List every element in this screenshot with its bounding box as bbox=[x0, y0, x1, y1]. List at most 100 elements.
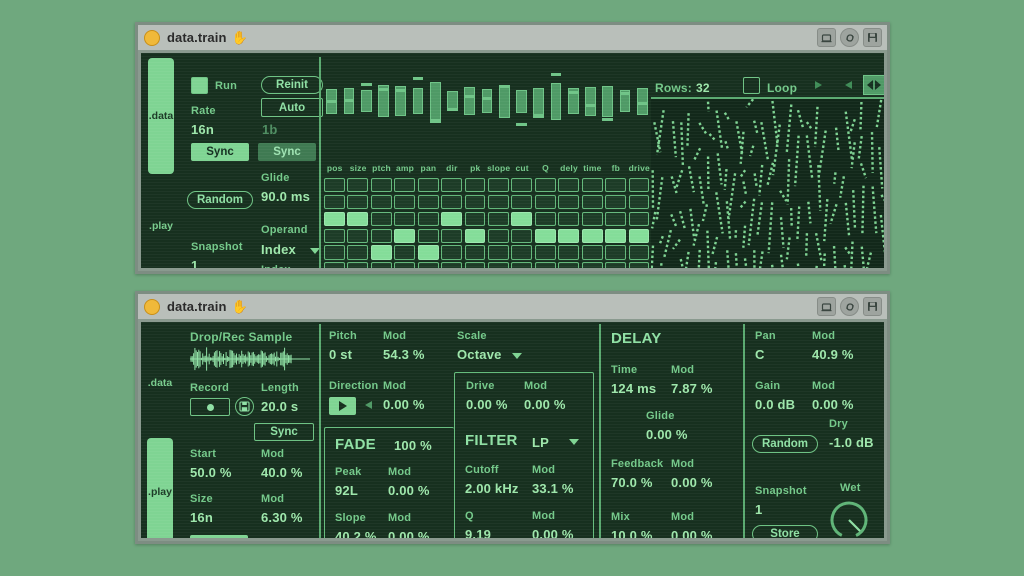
matrix-cell[interactable] bbox=[511, 229, 532, 243]
matrix-cell[interactable] bbox=[488, 262, 509, 268]
cycle-icon[interactable] bbox=[840, 297, 859, 316]
matrix-cell[interactable] bbox=[418, 262, 439, 268]
matrix-cell[interactable] bbox=[441, 229, 462, 243]
sidebar-item-data[interactable]: .data bbox=[147, 346, 173, 420]
matrix-cell[interactable] bbox=[371, 245, 392, 259]
matrix-cell[interactable] bbox=[465, 229, 486, 243]
matrix-cell[interactable] bbox=[605, 178, 626, 192]
matrix-cell[interactable] bbox=[324, 245, 345, 259]
matrix-cell[interactable] bbox=[418, 212, 439, 226]
save-disk-icon[interactable] bbox=[235, 397, 254, 416]
matrix-cell[interactable] bbox=[535, 245, 556, 259]
cycle-icon[interactable] bbox=[840, 28, 859, 47]
matrix-cell[interactable] bbox=[535, 212, 556, 226]
matrix-cell[interactable] bbox=[418, 229, 439, 243]
matrix-cell[interactable] bbox=[511, 212, 532, 226]
titlebar-bottom[interactable]: data.train ✋ bbox=[138, 294, 887, 319]
store-button[interactable]: Store bbox=[752, 525, 818, 538]
matrix-cell[interactable] bbox=[488, 229, 509, 243]
matrix-cell[interactable] bbox=[465, 178, 486, 192]
matrix-cell[interactable] bbox=[347, 245, 368, 259]
matrix-cell[interactable] bbox=[347, 262, 368, 268]
matrix-cell[interactable] bbox=[535, 178, 556, 192]
random-button[interactable]: Random bbox=[752, 435, 818, 453]
matrix-cell[interactable] bbox=[394, 245, 415, 259]
matrix-cell[interactable] bbox=[605, 195, 626, 209]
filter-type[interactable]: LP bbox=[532, 435, 549, 450]
matrix-cell[interactable] bbox=[418, 178, 439, 192]
matrix-cell[interactable] bbox=[629, 262, 650, 268]
play-forward-icon[interactable] bbox=[815, 81, 822, 89]
matrix-cell[interactable] bbox=[605, 262, 626, 268]
matrix-cell[interactable] bbox=[418, 195, 439, 209]
sidebar-item-play[interactable]: .play bbox=[147, 438, 173, 538]
matrix-cell[interactable] bbox=[324, 229, 345, 243]
window-data-train-sequencer[interactable]: data.train ✋ .data .play bbox=[135, 22, 890, 274]
matrix-cell[interactable] bbox=[418, 245, 439, 259]
matrix-cell[interactable] bbox=[558, 229, 579, 243]
matrix-cell[interactable] bbox=[441, 178, 462, 192]
matrix-cell[interactable] bbox=[558, 195, 579, 209]
matrix-cell[interactable] bbox=[605, 245, 626, 259]
window-icon[interactable] bbox=[817, 297, 836, 316]
wet-knob[interactable] bbox=[827, 498, 871, 538]
matrix-cell[interactable] bbox=[535, 262, 556, 268]
matrix-cell[interactable] bbox=[511, 245, 532, 259]
matrix-cell[interactable] bbox=[605, 212, 626, 226]
matrix-cell[interactable] bbox=[441, 195, 462, 209]
matrix-cell[interactable] bbox=[582, 178, 603, 192]
matrix-cell[interactable] bbox=[629, 212, 650, 226]
matrix-cell[interactable] bbox=[511, 178, 532, 192]
window-data-train-player[interactable]: data.train ✋ .data .play bbox=[135, 291, 890, 544]
matrix-cell[interactable] bbox=[465, 245, 486, 259]
chevron-down-icon[interactable] bbox=[569, 439, 579, 445]
loop-checkbox[interactable] bbox=[743, 77, 760, 94]
matrix-cell[interactable] bbox=[511, 195, 532, 209]
titlebar-buttons-bottom[interactable] bbox=[817, 297, 882, 316]
matrix-cell[interactable] bbox=[394, 212, 415, 226]
auto-sync-button[interactable]: Sync bbox=[258, 143, 316, 161]
matrix-cell[interactable] bbox=[511, 262, 532, 268]
matrix-cell[interactable] bbox=[629, 178, 650, 192]
matrix-cell[interactable] bbox=[488, 178, 509, 192]
matrix-cell[interactable] bbox=[347, 212, 368, 226]
rate-sync-button[interactable]: Sync bbox=[191, 143, 249, 161]
matrix-cell[interactable] bbox=[324, 212, 345, 226]
matrix-cell[interactable] bbox=[371, 212, 392, 226]
pingpong-icon[interactable] bbox=[863, 75, 884, 95]
matrix-cell[interactable] bbox=[582, 212, 603, 226]
matrix-cell[interactable] bbox=[347, 195, 368, 209]
matrix-cell[interactable] bbox=[558, 212, 579, 226]
random-button[interactable]: Random bbox=[187, 191, 253, 209]
matrix-cell[interactable] bbox=[347, 229, 368, 243]
titlebar-buttons-top[interactable] bbox=[817, 28, 882, 47]
operand-value[interactable]: Index bbox=[261, 242, 296, 257]
matrix-cell[interactable] bbox=[324, 178, 345, 192]
matrix-cell[interactable] bbox=[582, 245, 603, 259]
matrix-cell[interactable] bbox=[558, 245, 579, 259]
matrix-cell[interactable] bbox=[535, 229, 556, 243]
matrix-cell[interactable] bbox=[488, 245, 509, 259]
matrix-cell[interactable] bbox=[394, 178, 415, 192]
matrix-cell[interactable] bbox=[394, 229, 415, 243]
sequence-chart[interactable] bbox=[323, 58, 651, 141]
reinit-button[interactable]: Reinit bbox=[261, 76, 323, 94]
matrix-cell[interactable] bbox=[558, 178, 579, 192]
rows-value[interactable]: 32 bbox=[696, 81, 710, 95]
length-sync-button[interactable]: Sync bbox=[254, 423, 314, 441]
save-icon[interactable] bbox=[863, 297, 882, 316]
play-backward-icon[interactable] bbox=[365, 401, 372, 409]
matrix-cell[interactable] bbox=[347, 178, 368, 192]
matrix-cell[interactable] bbox=[371, 178, 392, 192]
matrix-cell[interactable] bbox=[558, 262, 579, 268]
record-dot-icon[interactable] bbox=[190, 398, 230, 416]
matrix-cell[interactable] bbox=[394, 262, 415, 268]
matrix-cell[interactable] bbox=[371, 229, 392, 243]
matrix-cell[interactable] bbox=[371, 262, 392, 268]
auto-button[interactable]: Auto bbox=[261, 98, 323, 117]
matrix-cell[interactable] bbox=[535, 195, 556, 209]
play-forward-icon[interactable] bbox=[329, 397, 356, 415]
matrix-cell[interactable] bbox=[629, 229, 650, 243]
window-icon[interactable] bbox=[817, 28, 836, 47]
titlebar-top[interactable]: data.train ✋ bbox=[138, 25, 887, 50]
